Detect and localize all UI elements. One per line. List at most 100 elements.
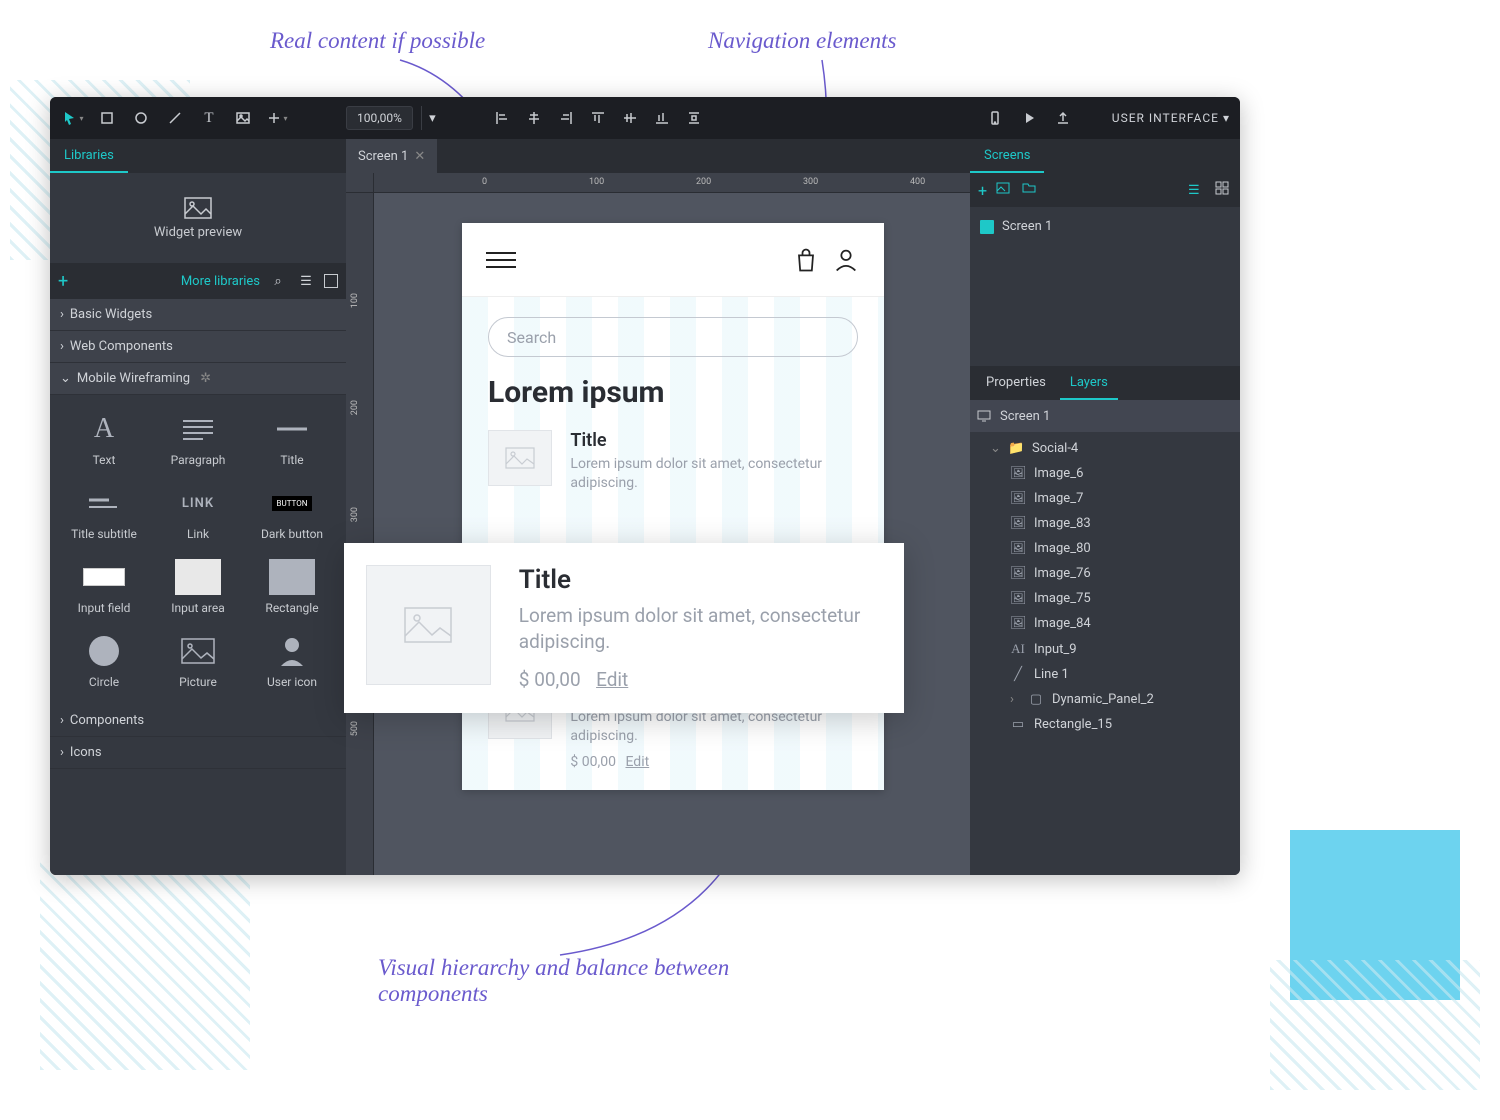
screen-item[interactable]: Screen 1 xyxy=(976,213,1234,240)
user-icon[interactable] xyxy=(832,246,860,274)
image-icon: 🖼 xyxy=(1010,516,1026,531)
layer-item[interactable]: 🖼Image_80 xyxy=(970,536,1240,561)
folder-icon[interactable] xyxy=(1021,180,1039,200)
pointer-tool[interactable]: ▾ xyxy=(60,105,86,131)
layer-item[interactable]: AIInput_9 xyxy=(970,636,1240,662)
item-desc: Lorem ipsum dolor sit amet, consectetur … xyxy=(570,708,858,746)
align-hcenter[interactable] xyxy=(521,105,547,131)
annotation-visual-hierarchy: Visual hierarchy and balance between com… xyxy=(378,955,738,1007)
align-left[interactable] xyxy=(489,105,515,131)
add-library-button[interactable]: + xyxy=(58,271,68,292)
layer-item[interactable]: 🖼Image_83 xyxy=(970,511,1240,536)
widget-title[interactable]: Title xyxy=(248,405,336,473)
widget-user-icon[interactable]: User icon xyxy=(248,627,336,695)
align-bottom[interactable] xyxy=(649,105,675,131)
mock-heading: Lorem ipsum xyxy=(488,375,858,410)
right-panel: Screens + ☰ Screen 1 Properties Layers S… xyxy=(970,139,1240,875)
line-tool[interactable] xyxy=(162,105,188,131)
close-tab-icon[interactable]: ✕ xyxy=(414,149,425,164)
widget-picture[interactable]: Picture xyxy=(154,627,242,695)
widget-link[interactable]: LINKLink xyxy=(154,479,242,547)
list-view-icon[interactable]: ☰ xyxy=(296,274,316,289)
image-icon: 🖼 xyxy=(1010,616,1026,631)
zoom-dropdown[interactable]: ▾ xyxy=(421,106,443,130)
layer-item[interactable]: 🖼Image_6 xyxy=(970,461,1240,486)
add-screen-button[interactable]: + xyxy=(978,181,987,200)
align-right[interactable] xyxy=(553,105,579,131)
selected-card[interactable]: Title Lorem ipsum dolor sit amet, consec… xyxy=(344,543,904,713)
widget-text[interactable]: AText xyxy=(60,405,148,473)
cat-web-components[interactable]: ›Web Components xyxy=(50,331,346,363)
toolbar: ▾ T ▾ 100,00% ▾ USER INTERFACE ▾ xyxy=(50,97,1240,139)
layer-root[interactable]: Screen 1 xyxy=(970,400,1240,432)
image-tool[interactable] xyxy=(230,105,256,131)
bag-icon[interactable] xyxy=(792,246,820,274)
grid-view-icon[interactable] xyxy=(1214,180,1232,200)
layer-item[interactable]: 🖼Image_75 xyxy=(970,586,1240,611)
rect-tool[interactable] xyxy=(94,105,120,131)
align-top[interactable] xyxy=(585,105,611,131)
mock-list-item[interactable]: Title Lorem ipsum dolor sit amet, consec… xyxy=(488,430,858,493)
image-icon: 🖼 xyxy=(1010,541,1026,556)
widget-circle[interactable]: Circle xyxy=(60,627,148,695)
hamburger-icon[interactable] xyxy=(486,252,516,268)
more-libraries-link[interactable]: More libraries xyxy=(181,274,260,289)
item-title: Title xyxy=(519,565,882,595)
cat-components[interactable]: ›Components xyxy=(50,705,346,737)
add-tool[interactable]: ▾ xyxy=(264,105,290,131)
tab-properties[interactable]: Properties xyxy=(976,375,1056,400)
cat-mobile-wireframing[interactable]: ⌄Mobile Wireframing✲ xyxy=(50,363,346,395)
edit-link[interactable]: Edit xyxy=(625,754,649,770)
distribute[interactable] xyxy=(681,105,707,131)
widget-paragraph[interactable]: Paragraph xyxy=(154,405,242,473)
tab-layers[interactable]: Layers xyxy=(1060,375,1118,400)
list-view-icon[interactable]: ☰ xyxy=(1188,183,1206,198)
widget-title-subtitle[interactable]: Title subtitle xyxy=(60,479,148,547)
layer-item[interactable]: ›▢Dynamic_Panel_2 xyxy=(970,687,1240,712)
layer-item[interactable]: ▭Rectangle_15 xyxy=(970,712,1240,737)
cat-basic-widgets[interactable]: ›Basic Widgets xyxy=(50,299,346,331)
layer-item[interactable]: 🖼Image_7 xyxy=(970,486,1240,511)
left-panel: Libraries Widget preview + More librarie… xyxy=(50,139,346,875)
layer-item[interactable]: 🖼Image_84 xyxy=(970,611,1240,636)
grid-view-icon[interactable] xyxy=(324,274,338,288)
widget-preview: Widget preview xyxy=(50,173,346,263)
ellipse-tool[interactable] xyxy=(128,105,154,131)
ruler-horizontal: 0 100 200 300 400 xyxy=(374,173,970,193)
play-button[interactable] xyxy=(1016,105,1042,131)
monitor-icon xyxy=(976,408,992,424)
edit-link[interactable]: Edit xyxy=(596,668,628,691)
tab-screens[interactable]: Screens xyxy=(970,139,1044,173)
layer-item[interactable]: 🖼Image_76 xyxy=(970,561,1240,586)
canvas[interactable]: Screen 1 ✕ 0 100 200 300 400 100 200 300… xyxy=(346,139,970,875)
upload-button[interactable] xyxy=(1050,105,1076,131)
item-meta: $ 00,00 Edit xyxy=(519,668,882,691)
zoom-value[interactable]: 100,00% xyxy=(346,106,413,130)
text-tool[interactable]: T xyxy=(196,105,222,131)
image-icon[interactable] xyxy=(995,180,1013,200)
gear-icon[interactable]: ✲ xyxy=(200,371,211,386)
layer-item[interactable]: ╱Line 1 xyxy=(970,662,1240,687)
item-desc: Lorem ipsum dolor sit amet, consectetur … xyxy=(519,603,882,654)
doc-icon xyxy=(980,220,994,234)
image-icon xyxy=(184,197,212,219)
input-icon: AI xyxy=(1010,641,1026,657)
widget-input-area[interactable]: Input area xyxy=(154,553,242,621)
cat-icons[interactable]: ›Icons xyxy=(50,737,346,769)
mode-selector[interactable]: USER INTERFACE ▾ xyxy=(1112,111,1230,125)
mock-search-input[interactable]: Search xyxy=(488,317,858,357)
folder-icon: 📁 xyxy=(1008,441,1024,456)
align-vcenter[interactable] xyxy=(617,105,643,131)
widget-dark-button[interactable]: BUTTONDark button xyxy=(248,479,336,547)
annotation-real-content: Real content if possible xyxy=(270,28,485,54)
item-title: Title xyxy=(570,430,858,451)
image-icon: 🖼 xyxy=(1010,466,1026,481)
layer-folder[interactable]: ⌄📁Social-4 xyxy=(970,436,1240,461)
canvas-tab[interactable]: Screen 1 ✕ xyxy=(346,139,437,173)
widget-rectangle[interactable]: Rectangle xyxy=(248,553,336,621)
device-icon[interactable] xyxy=(982,105,1008,131)
widget-input-field[interactable]: Input field xyxy=(60,553,148,621)
search-icon[interactable]: ⌕ xyxy=(268,274,288,289)
image-icon: 🖼 xyxy=(1010,566,1026,581)
tab-libraries[interactable]: Libraries xyxy=(50,139,128,173)
